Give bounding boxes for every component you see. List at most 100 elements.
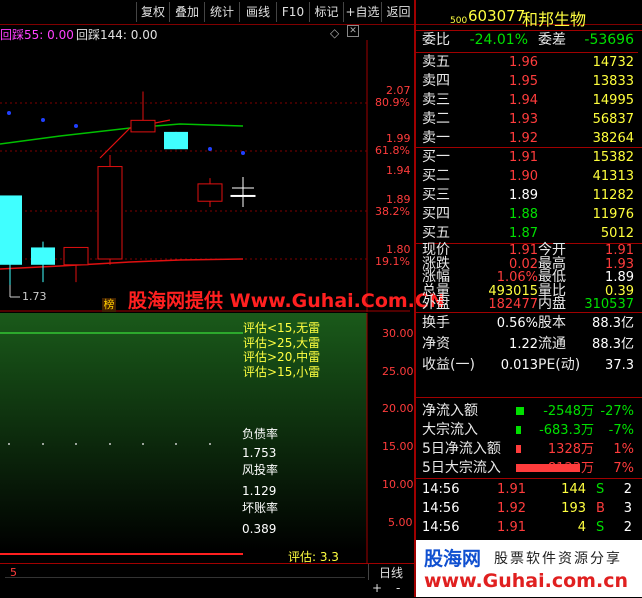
close-icon[interactable]: ✕ — [347, 25, 359, 37]
stock-code: 603077 — [468, 7, 526, 25]
ma-green-line — [0, 123, 244, 145]
indicator-dot — [8, 443, 10, 445]
candle-body[interactable] — [130, 119, 156, 133]
ask-row[interactable]: 卖五 1.96 14732 — [416, 53, 638, 72]
tick-price: 1.91 — [497, 482, 526, 497]
lower-axis-label: 10.00 — [382, 478, 414, 491]
tick-side: S — [596, 520, 605, 535]
flow-bar — [516, 407, 524, 415]
book-price: 1.88 — [509, 207, 538, 222]
book-label: 买四 — [422, 206, 450, 222]
zoom-out-button[interactable]: + — [372, 581, 382, 595]
mark-button[interactable]: 标记 — [309, 2, 343, 22]
candle-body[interactable] — [0, 195, 22, 265]
f10-button[interactable]: F10 — [276, 2, 309, 22]
rank-badge[interactable]: 榜 — [102, 298, 116, 312]
book-label: 卖一 — [422, 130, 450, 146]
back-button[interactable]: 返回 — [381, 2, 416, 22]
footer-logo: 股海网 — [424, 548, 482, 570]
flow-row: 5日大宗流入 8123万 7% — [416, 459, 638, 478]
signal-dots — [7, 111, 245, 155]
book-price: 1.93 — [509, 112, 538, 127]
field-value: 310537 — [584, 297, 634, 313]
book-label: 卖五 — [422, 54, 450, 70]
tick-volume: 4 — [577, 520, 586, 535]
field-value: 88.3亿 — [592, 337, 634, 352]
price-chart[interactable]: 2.0780.9%1.9961.8%1.941.8938.2%1.8019.1% — [0, 40, 410, 312]
lower-axis-label: 30.00 — [382, 327, 414, 340]
book-label: 卖三 — [422, 92, 450, 108]
stats-button[interactable]: 统计 — [204, 2, 239, 22]
field-value: 1.91 — [605, 243, 634, 258]
metric-debt-value: 1.753 — [242, 446, 277, 460]
candle-body[interactable] — [97, 166, 123, 260]
tick-volume: 144 — [561, 482, 586, 497]
book-price: 1.90 — [509, 169, 538, 184]
draw-line-button[interactable]: 画线 — [239, 2, 276, 22]
candle-body[interactable] — [164, 131, 188, 150]
bid-row[interactable]: 买二 1.90 41313 — [416, 167, 638, 186]
field-value: 0.02 — [509, 256, 538, 272]
lower-axis-label: 5.00 — [388, 516, 413, 529]
book-price: 1.91 — [509, 150, 538, 165]
indicator-panel-lines — [0, 313, 368, 563]
metric-debt-label: 负债率 — [242, 427, 279, 441]
legend-item: 评估>25,大雷 — [243, 335, 321, 350]
book-label: 卖二 — [422, 111, 450, 127]
ask-row[interactable]: 卖四 1.95 13833 — [416, 72, 638, 91]
fund-row: 换手 0.56% 股本 88.3亿 — [416, 313, 638, 334]
flow-value: -2548万 — [543, 404, 594, 419]
market-code: 500 — [450, 16, 468, 26]
candle-body[interactable] — [197, 183, 223, 202]
field-value: 1.22 — [509, 337, 538, 352]
flow-row: 净流入额 -2548万 -27% — [416, 402, 638, 421]
field-label: PE(动) — [538, 357, 581, 373]
indicator-dot — [109, 443, 111, 445]
book-volume: 14995 — [592, 93, 634, 108]
candle-body[interactable] — [31, 247, 55, 265]
bid-row[interactable]: 买四 1.88 11976 — [416, 205, 638, 224]
candle-body[interactable] — [63, 246, 89, 266]
field-value: 1.91 — [509, 243, 538, 258]
book-label: 买三 — [422, 187, 450, 203]
zoom-in-button[interactable]: - — [396, 581, 400, 595]
add-watchlist-button[interactable]: +自选 — [343, 2, 381, 22]
book-volume: 38264 — [592, 131, 634, 146]
tick-row: 14:56 1.92 193 B 3 — [416, 499, 638, 518]
fuquan-button[interactable]: 复权 — [136, 2, 169, 22]
diamond-icon[interactable]: ◇ — [330, 26, 339, 40]
bid-row[interactable]: 买一 1.91 15382 — [416, 148, 638, 167]
flow-row: 大宗流入 -683.3万 -7% — [416, 421, 638, 440]
field-value: 1.89 — [605, 270, 634, 286]
period-button[interactable]: 日线 — [368, 564, 413, 580]
field-label: 内盘 — [538, 296, 566, 313]
field-value: 1.06% — [496, 270, 538, 286]
legend-item: 评估>15,小雷 — [243, 364, 321, 379]
tick-count: 2 — [623, 482, 632, 497]
book-volume: 11976 — [592, 207, 634, 222]
bid-row[interactable]: 买五 1.87 5012 — [416, 224, 638, 243]
indicator-dot — [75, 443, 77, 445]
weibi-row: 委比 -24.01% 委差 -53696 — [416, 30, 638, 53]
book-label: 买一 — [422, 149, 450, 165]
field-label: 换手 — [422, 315, 450, 331]
ask-row[interactable]: 卖三 1.94 14995 — [416, 91, 638, 110]
field-value: 0.013 — [500, 358, 538, 373]
field-label: 收益(一) — [422, 357, 475, 373]
tick-row: 14:56 1.91 4 S 2 — [416, 518, 638, 537]
bid-row[interactable]: 买三 1.89 11282 — [416, 186, 638, 205]
lower-axis: 30.00 25.00 20.00 15.00 10.00 5.00 — [368, 313, 414, 563]
lower-axis-label: 15.00 — [382, 440, 414, 453]
field-value: 88.3亿 — [592, 316, 634, 331]
ask-row[interactable]: 卖一 1.92 38264 — [416, 129, 638, 148]
tick-count: 2 — [623, 520, 632, 535]
flow-value: 8123万 — [547, 461, 594, 476]
book-volume: 41313 — [592, 169, 634, 184]
field-value: 493015 — [488, 283, 538, 299]
footer-url: www.Guhai.com.cn — [424, 570, 628, 592]
flow-pct: -27% — [600, 404, 634, 419]
book-volume: 56837 — [592, 112, 634, 127]
overlay-button[interactable]: 叠加 — [169, 2, 204, 22]
ask-row[interactable]: 卖二 1.93 56837 — [416, 110, 638, 129]
field-label: 外盘 — [422, 296, 450, 313]
